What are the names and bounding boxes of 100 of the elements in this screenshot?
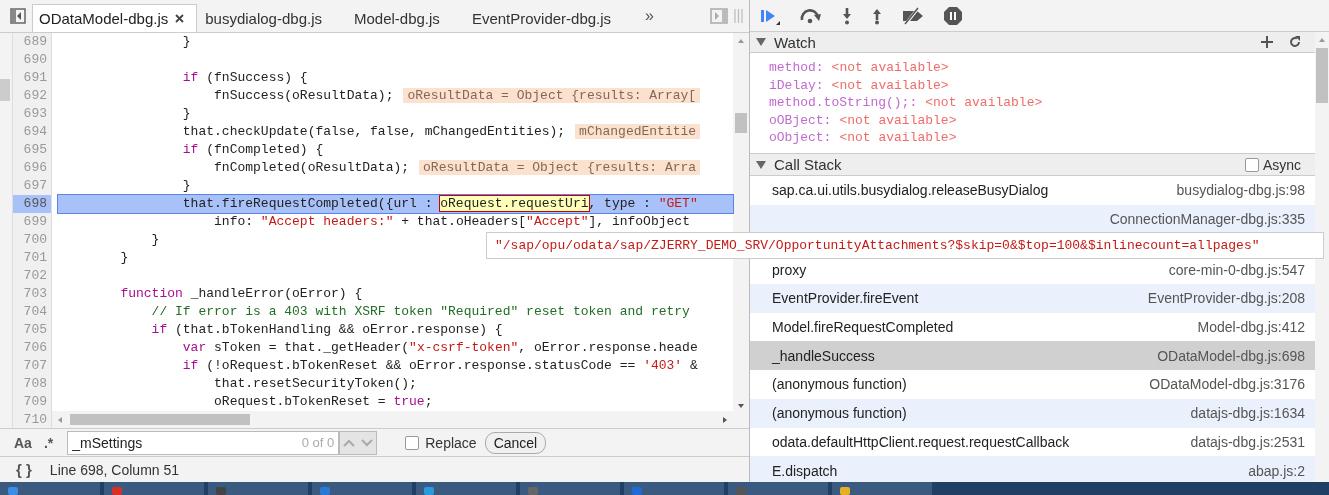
scroll-left-icon[interactable] [56, 415, 64, 424]
taskbar-button[interactable] [0, 482, 100, 495]
code-text: fnSuccess(oResultData); [213, 87, 394, 103]
scrollbar-thumb[interactable] [735, 112, 747, 133]
line-number: 709 [22, 392, 48, 411]
function-name: proxy [772, 261, 807, 278]
toggle-navigator-icon[interactable] [10, 7, 26, 24]
editor-tab[interactable]: ODataModel-dbg.js [32, 3, 198, 32]
code-string: "x-csrf-token" [409, 339, 519, 355]
drag-handle-icon[interactable] [734, 8, 743, 23]
close-icon[interactable] [175, 13, 185, 23]
frame-location[interactable]: ODataModel-dbg.js:698 [1157, 347, 1305, 364]
replace-label: Replace [425, 434, 477, 451]
cursor-position: Line 698, Column 51 [49, 461, 180, 478]
step-into-icon[interactable] [841, 6, 853, 25]
more-tabs-button[interactable]: » [637, 6, 662, 25]
replace-checkbox[interactable] [405, 435, 420, 450]
deactivate-breakpoints-icon[interactable] [901, 6, 925, 25]
call-stack-frame[interactable]: _handleSuccess ODataModel-dbg.js:698 [750, 341, 1315, 371]
code-text: that.resetSecurityToken(); [213, 375, 417, 391]
call-stack-frame[interactable]: EventProvider.fireEvent EventProvider-dbg.js:208 [750, 284, 1315, 313]
code-text: fnCompleted(oResultData); [213, 159, 410, 175]
code-text: ], infoObject [588, 213, 690, 229]
code-text: (fnSuccess) { [205, 69, 308, 85]
editor-tab[interactable]: busydialog-dbg.js [199, 4, 334, 32]
function-name: Model.fireRequestCompleted [772, 319, 954, 336]
line-number: 707 [22, 356, 48, 375]
editor-tab[interactable]: EventProvider-dbg.js [465, 4, 624, 32]
scroll-right-icon[interactable] [721, 415, 729, 424]
function-name: odata.defaultHttpClient.request.requestCallback [772, 433, 1070, 450]
code-text: _handleError(oError) { [189, 285, 363, 301]
search-field[interactable]: _mSettings 0 of 0 [67, 430, 340, 455]
code-text: , type : [588, 195, 652, 211]
cancel-button[interactable]: Cancel [484, 431, 547, 454]
frame-location[interactable]: busydialog-dbg.js:98 [1176, 182, 1305, 199]
refresh-icon[interactable] [1289, 36, 1301, 48]
line-number: 694 [22, 122, 48, 141]
code-text: , oError.response.heade [518, 339, 698, 355]
taskbar-button[interactable] [832, 482, 932, 495]
code-text: sToken = that._getHeader( [213, 339, 410, 355]
taskbar-button[interactable] [312, 482, 412, 495]
pretty-print-button[interactable]: { } [16, 461, 32, 478]
match-case-toggle[interactable]: Aa [14, 434, 32, 451]
frame-location[interactable]: EventProvider-dbg.js:208 [1147, 290, 1305, 307]
call-stack-frame[interactable]: (anonymous function) datajs-dbg.js:1634 [750, 398, 1315, 428]
hovered-expression: oRequest.requestUri [440, 195, 589, 211]
next-match-icon[interactable] [360, 437, 375, 448]
pause-on-exceptions-icon[interactable] [943, 5, 963, 26]
step-over-icon[interactable] [799, 7, 823, 24]
line-number: 703 [22, 284, 48, 303]
function-name: (anonymous function) [772, 405, 907, 422]
watch-expression: method.toString();: [769, 95, 918, 110]
vertical-scrollbar[interactable] [1315, 32, 1329, 482]
line-number: 696 [22, 158, 48, 177]
line-number: 692 [22, 86, 48, 105]
code-text: } [150, 231, 160, 247]
code-keyword: if [181, 141, 199, 157]
code-string: "GET" [658, 195, 698, 211]
line-number: 708 [22, 374, 48, 393]
toggle-debugger-icon[interactable] [710, 7, 728, 24]
line-number: 689 [22, 32, 48, 51]
code-text: } [181, 177, 191, 193]
line-number: 697 [22, 176, 48, 195]
line-number: 691 [22, 68, 48, 87]
line-number: 690 [22, 50, 48, 69]
watch-header[interactable]: Watch [750, 32, 1315, 53]
code-comment: // If error is a 403 with XSRF token "Required" reset token and retry [150, 303, 690, 319]
code-text: (!oRequest.bTokenReset && oError.response.statusCode == [205, 357, 637, 373]
frame-location[interactable]: ConnectionManager-dbg.js:335 [1109, 211, 1305, 228]
scrollbar-thumb[interactable] [70, 414, 250, 426]
app-icon [112, 487, 122, 495]
regex-toggle[interactable]: .* [43, 434, 54, 451]
call-stack-header[interactable]: Call Stack Async [750, 153, 1315, 176]
frame-location[interactable]: abap.js:2 [1248, 462, 1305, 479]
navigator-selection [0, 78, 10, 101]
watch-value: <not available> [831, 77, 949, 93]
line-number: 701 [22, 248, 48, 267]
scroll-up-icon[interactable] [1318, 36, 1326, 44]
app-icon [840, 487, 850, 495]
frame-location[interactable]: Model-dbg.js:412 [1197, 319, 1305, 336]
scrollbar-thumb[interactable] [1316, 48, 1328, 103]
code-text: } [119, 249, 129, 265]
add-icon[interactable] [1261, 36, 1273, 48]
editor-tab[interactable]: Model-dbg.js [348, 4, 452, 32]
frame-location[interactable]: datajs-dbg.js:2531 [1190, 433, 1305, 450]
call-stack-frame[interactable]: E.dispatch abap.js:2 [750, 456, 1315, 485]
app-icon [736, 487, 746, 495]
async-checkbox[interactable] [1244, 157, 1259, 172]
code-text: that.checkUpdate(false, false, mChangedEntities); [181, 123, 566, 139]
horizontal-scrollbar[interactable] [52, 411, 733, 429]
taskbar-button[interactable] [416, 482, 516, 495]
frame-location[interactable]: datajs-dbg.js:1634 [1190, 405, 1305, 422]
taskbar-button[interactable] [104, 482, 204, 495]
previous-match-icon[interactable] [342, 437, 357, 448]
code-keyword: function [119, 285, 183, 301]
watch-expression: method: [769, 60, 824, 75]
frame-location[interactable]: core-min-0-dbg.js:547 [1168, 261, 1305, 278]
code-text: (fnCompleted) { [205, 141, 324, 157]
frame-location[interactable]: ODataModel-dbg.js:3176 [1149, 376, 1305, 393]
watch-value: <not available> [925, 95, 1043, 110]
